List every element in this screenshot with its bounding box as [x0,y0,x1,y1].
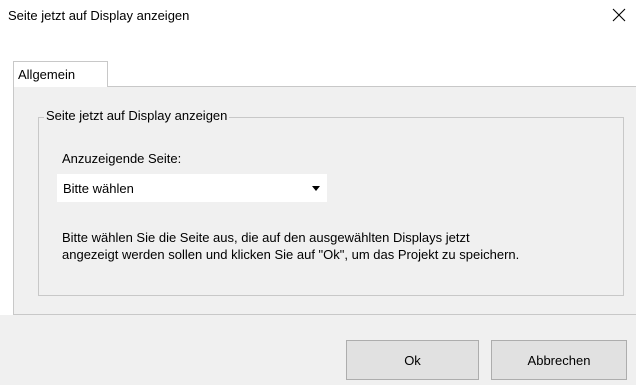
help-text-line-2: angezeigt werden sollen und klicken Sie … [62,247,520,262]
window-title: Seite jetzt auf Display anzeigen [8,8,190,23]
help-text-line-1: Bitte wählen Sie die Seite aus, die auf … [62,230,470,245]
page-field-label: Anzuzeigende Seite: [62,151,182,166]
close-icon-glyph [612,8,626,22]
group-box-legend: Seite jetzt auf Display anzeigen [44,108,230,123]
ok-button[interactable]: Ok [346,340,479,380]
tab-label: Allgemein [18,67,76,82]
page-select-value: Bitte wählen [63,181,134,196]
help-text: Bitte wählen Sie die Seite aus, die auf … [62,229,622,263]
dropdown-arrow-glyph [312,185,320,191]
dropdown-arrow-icon[interactable] [307,176,325,200]
dialog-window: Seite jetzt auf Display anzeigen Allgeme… [0,0,636,385]
cancel-button[interactable]: Abbrechen [491,340,627,380]
title-bar: Seite jetzt auf Display anzeigen [0,0,636,30]
close-icon[interactable] [608,4,630,26]
group-box [38,117,624,296]
tab-allgemein[interactable]: Allgemein [13,61,108,87]
page-select[interactable]: Bitte wählen [57,174,327,202]
